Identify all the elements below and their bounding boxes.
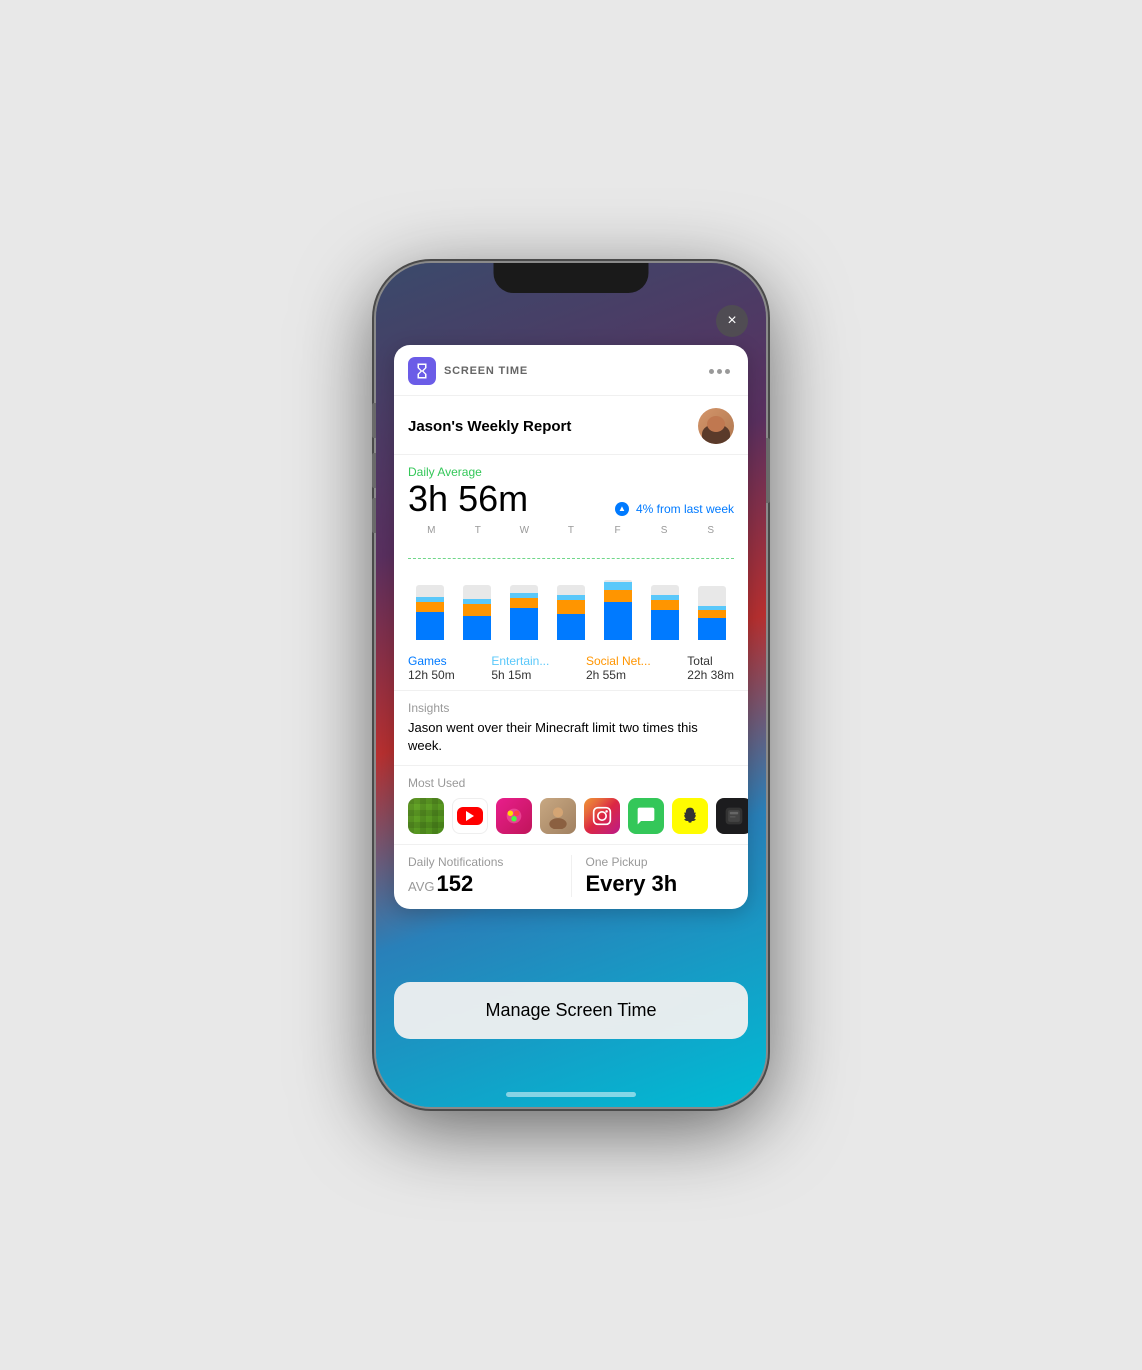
bar-sunday bbox=[697, 540, 727, 640]
daily-time-row: 3h 56m ▲ 4% from last week bbox=[408, 479, 734, 519]
app-icon-messages[interactable] bbox=[628, 798, 664, 834]
day-label-s1: S bbox=[649, 525, 679, 536]
hourglass-icon bbox=[413, 362, 431, 380]
chart-bars bbox=[408, 540, 734, 640]
bar-monday bbox=[415, 540, 445, 640]
home-indicator bbox=[506, 1092, 636, 1097]
bar-wednesday bbox=[509, 540, 539, 640]
app-icons-row bbox=[408, 798, 734, 834]
app-icon-snapchat[interactable] bbox=[672, 798, 708, 834]
insights-text: Jason went over their Minecraft limit tw… bbox=[408, 719, 734, 755]
daily-average-time: 3h 56m bbox=[408, 479, 528, 519]
daily-average-label: Daily Average bbox=[408, 465, 734, 479]
app-icon-minecraft[interactable] bbox=[408, 798, 444, 834]
app-icon-candy[interactable] bbox=[496, 798, 532, 834]
widget-title: SCREEN TIME bbox=[444, 365, 528, 377]
pickup-label: One Pickup bbox=[586, 855, 735, 869]
category-games-label: Games bbox=[408, 654, 455, 668]
insights-section: Insights Jason went over their Minecraft… bbox=[394, 691, 748, 766]
daily-average-section: Daily Average 3h 56m ▲ 4% from last week bbox=[394, 455, 748, 519]
category-entertainment[interactable]: Entertain... 5h 15m bbox=[491, 654, 549, 682]
candy-icon bbox=[503, 805, 525, 827]
phone-screen: × SCREEN TIME bbox=[376, 263, 766, 1107]
notifications-value: AVG152 bbox=[408, 871, 557, 897]
messages-icon bbox=[636, 806, 656, 826]
notifications-label: Daily Notifications bbox=[408, 855, 557, 869]
bar-saturday bbox=[650, 540, 680, 640]
day-label-t1: T bbox=[463, 525, 493, 536]
category-social[interactable]: Social Net... 2h 55m bbox=[586, 654, 651, 682]
avatar bbox=[698, 408, 734, 444]
app-icon-instagram[interactable] bbox=[584, 798, 620, 834]
percent-change: ▲ 4% from last week bbox=[615, 502, 734, 516]
manage-screen-time-button[interactable]: Manage Screen Time bbox=[394, 982, 748, 1039]
most-used-label: Most Used bbox=[408, 776, 734, 790]
category-total-label: Total bbox=[687, 654, 734, 668]
up-arrow-icon: ▲ bbox=[615, 502, 629, 516]
day-label-f: F bbox=[603, 525, 633, 536]
day-label-m: M bbox=[416, 525, 446, 536]
percent-change-text: 4% from last week bbox=[636, 502, 734, 516]
snapchat-icon bbox=[680, 806, 700, 826]
app-icon-facetime[interactable] bbox=[540, 798, 576, 834]
most-used-section: Most Used bbox=[394, 766, 748, 845]
more-options-button[interactable] bbox=[705, 365, 734, 378]
report-section: Jason's Weekly Report bbox=[394, 396, 748, 455]
phone-frame: × SCREEN TIME bbox=[376, 263, 766, 1107]
report-title: Jason's Weekly Report bbox=[408, 418, 571, 435]
widget-header-left: SCREEN TIME bbox=[408, 357, 528, 385]
daily-notifications-col: Daily Notifications AVG152 bbox=[408, 855, 572, 897]
day-label-w: W bbox=[509, 525, 539, 536]
category-games[interactable]: Games 12h 50m bbox=[408, 654, 455, 682]
close-button[interactable]: × bbox=[716, 305, 748, 337]
category-games-time: 12h 50m bbox=[408, 668, 455, 682]
notifications-section: Daily Notifications AVG152 One Pickup Ev… bbox=[394, 845, 748, 909]
widget-header: SCREEN TIME bbox=[394, 345, 748, 396]
category-social-label: Social Net... bbox=[586, 654, 651, 668]
usage-chart: M T W T F S S bbox=[394, 519, 748, 648]
pickup-value: Every 3h bbox=[586, 871, 735, 897]
app-icon-dark[interactable] bbox=[716, 798, 748, 834]
category-entertain-time: 5h 15m bbox=[491, 668, 549, 682]
insights-label: Insights bbox=[408, 701, 734, 715]
category-total-time: 22h 38m bbox=[687, 668, 734, 682]
categories-row: Games 12h 50m Entertain... 5h 15m Social… bbox=[394, 648, 748, 691]
category-social-time: 2h 55m bbox=[586, 668, 651, 682]
category-entertain-label: Entertain... bbox=[491, 654, 549, 668]
screen-time-widget: SCREEN TIME Jason's Weekly Report Daily … bbox=[394, 345, 748, 909]
notifications-avg-prefix: AVG bbox=[408, 879, 435, 894]
bar-tuesday bbox=[462, 540, 492, 640]
day-label-t2: T bbox=[556, 525, 586, 536]
screen-time-icon bbox=[408, 357, 436, 385]
instagram-icon bbox=[592, 806, 612, 826]
app-icon-youtube[interactable] bbox=[452, 798, 488, 834]
pickup-col: One Pickup Every 3h bbox=[572, 855, 735, 897]
dark-app-icon bbox=[724, 806, 744, 826]
day-label-s2: S bbox=[696, 525, 726, 536]
bar-thursday bbox=[556, 540, 586, 640]
category-total: Total 22h 38m bbox=[687, 654, 734, 682]
bar-friday bbox=[603, 540, 633, 640]
chart-day-labels: M T W T F S S bbox=[408, 525, 734, 536]
notch bbox=[494, 263, 649, 293]
